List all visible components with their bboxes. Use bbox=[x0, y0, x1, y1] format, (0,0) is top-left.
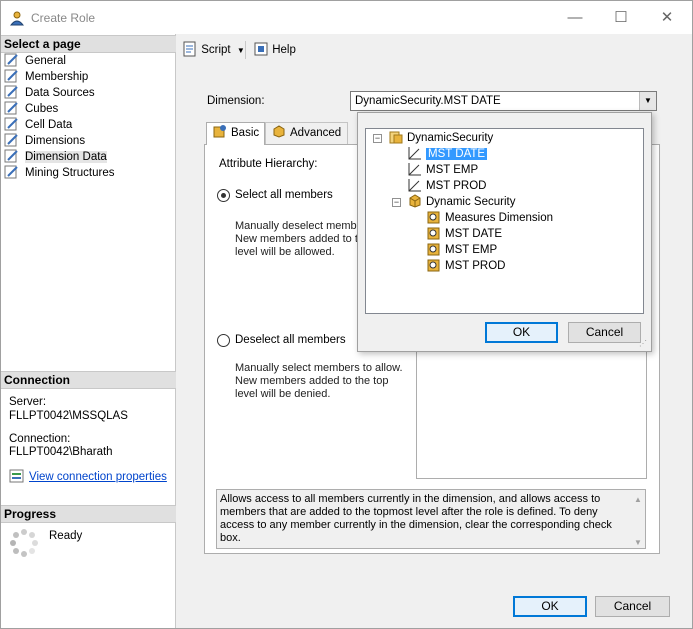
deselect-all-label[interactable]: Deselect all members bbox=[235, 334, 346, 346]
page-icon bbox=[4, 85, 18, 99]
advanced-tab-icon bbox=[273, 125, 285, 138]
collapse-root-icon[interactable]: − bbox=[373, 134, 382, 143]
cancel-button[interactable]: Cancel bbox=[595, 596, 670, 617]
role-icon bbox=[9, 11, 25, 26]
left-pane: Select a page General Membership Data So… bbox=[1, 34, 176, 628]
page-icon bbox=[4, 69, 18, 83]
script-icon bbox=[183, 41, 196, 57]
page-item-dimensions[interactable]: Dimensions bbox=[4, 133, 85, 149]
progress-spinner-icon bbox=[10, 529, 38, 557]
tree-node-database[interactable]: DynamicSecurity bbox=[388, 130, 493, 145]
page-item-membership[interactable]: Membership bbox=[4, 69, 88, 85]
tab-advanced[interactable]: Advanced bbox=[265, 122, 348, 145]
dimension-dropdown-popup: − DynamicSecurity MST DATE MST EMP MST P… bbox=[357, 112, 652, 352]
page-icon bbox=[4, 149, 18, 163]
progress-header: Progress bbox=[1, 505, 176, 523]
resize-grip-icon[interactable]: ⋰ bbox=[639, 339, 649, 349]
toolbar-separator bbox=[245, 41, 246, 59]
info-scrollbar[interactable]: ▲ ▼ bbox=[632, 491, 644, 547]
page-item-dimension-data[interactable]: Dimension Data bbox=[4, 149, 107, 165]
dimension-value: DynamicSecurity.MST DATE bbox=[355, 95, 501, 107]
server-label: Server: bbox=[9, 396, 47, 408]
dimension-tree[interactable]: − DynamicSecurity MST DATE MST EMP MST P… bbox=[365, 128, 644, 314]
connection-label: Connection: bbox=[9, 433, 71, 445]
ok-button[interactable]: OK bbox=[513, 596, 587, 617]
info-description: Allows access to all members currently i… bbox=[216, 489, 646, 549]
cube-dimension-icon bbox=[427, 243, 440, 256]
dimension-icon bbox=[408, 147, 421, 160]
connection-header: Connection bbox=[1, 371, 176, 389]
connection-value: FLLPT0042\Bharath bbox=[9, 446, 113, 458]
page-icon bbox=[4, 133, 18, 147]
dimension-icon bbox=[408, 163, 421, 176]
toolbar: Script ▼ Help bbox=[176, 33, 691, 67]
collapse-cube-icon[interactable]: − bbox=[392, 198, 401, 207]
info-text: Allows access to all members currently i… bbox=[220, 493, 612, 544]
page-icon bbox=[4, 101, 18, 115]
tree-node-mst-prod-cube[interactable]: MST PROD bbox=[426, 258, 506, 273]
select-all-label[interactable]: Select all members bbox=[235, 189, 333, 201]
page-item-mining-structures[interactable]: Mining Structures bbox=[4, 165, 114, 181]
help-icon bbox=[254, 42, 268, 56]
help-button[interactable]: Help bbox=[253, 41, 296, 59]
view-connection-properties[interactable]: View connection properties bbox=[9, 469, 167, 483]
cube-dimension-icon bbox=[427, 211, 440, 224]
tree-node-cube[interactable]: Dynamic Security bbox=[407, 194, 515, 209]
database-icon bbox=[389, 131, 403, 144]
page-icon bbox=[4, 165, 18, 179]
script-button[interactable]: Script ▼ bbox=[182, 41, 245, 59]
server-value: FLLPT0042\MSSQLAS bbox=[9, 410, 128, 422]
page-item-data-sources[interactable]: Data Sources bbox=[4, 85, 95, 101]
deselect-all-description: Manually select members to allow. New me… bbox=[235, 362, 403, 400]
select-page-header: Select a page bbox=[1, 35, 176, 53]
tab-basic[interactable]: Basic bbox=[206, 122, 265, 145]
page-item-general[interactable]: General bbox=[4, 53, 66, 69]
popup-cancel-button[interactable]: Cancel bbox=[568, 322, 641, 343]
window-title: Create Role bbox=[31, 11, 96, 25]
dimension-label: Dimension: bbox=[207, 95, 265, 107]
chevron-down-icon: ▼ bbox=[236, 46, 245, 55]
members-list[interactable] bbox=[416, 345, 647, 479]
tree-node-mst-prod-dim[interactable]: MST PROD bbox=[407, 178, 487, 193]
popup-ok-button[interactable]: OK bbox=[485, 322, 558, 343]
deselect-all-radio[interactable] bbox=[217, 334, 230, 347]
page-icon bbox=[4, 117, 18, 131]
cube-icon bbox=[409, 194, 421, 208]
select-all-radio[interactable] bbox=[217, 189, 230, 202]
dimension-icon bbox=[408, 179, 421, 192]
cube-dimension-icon bbox=[427, 259, 440, 272]
page-icon bbox=[4, 53, 18, 67]
view-connection-properties-link[interactable]: View connection properties bbox=[29, 471, 167, 483]
page-item-cell-data[interactable]: Cell Data bbox=[4, 117, 72, 133]
dimension-combobox[interactable]: DynamicSecurity.MST DATE ▼ bbox=[350, 91, 657, 111]
attribute-hierarchy-label: Attribute Hierarchy: bbox=[219, 158, 318, 170]
tree-node-mst-date-cube[interactable]: MST DATE bbox=[426, 226, 502, 241]
dropdown-arrow-icon[interactable]: ▼ bbox=[639, 92, 656, 110]
progress-status: Ready bbox=[49, 530, 83, 542]
title-bar: Create Role — ☐ ✕ bbox=[1, 1, 692, 34]
tree-node-measures-dimension[interactable]: Measures Dimension bbox=[426, 210, 553, 225]
close-button[interactable]: ✕ bbox=[644, 1, 690, 34]
cube-dimension-icon bbox=[427, 227, 440, 240]
basic-tab-icon bbox=[213, 125, 226, 138]
maximize-button[interactable]: ☐ bbox=[598, 1, 644, 34]
tree-node-mst-date-dim[interactable]: MST DATE bbox=[407, 146, 489, 161]
tree-node-mst-emp-cube[interactable]: MST EMP bbox=[426, 242, 497, 257]
properties-icon bbox=[9, 469, 24, 483]
tree-node-mst-emp-dim[interactable]: MST EMP bbox=[407, 162, 478, 177]
minimize-button[interactable]: — bbox=[552, 1, 598, 34]
page-item-cubes[interactable]: Cubes bbox=[4, 101, 58, 117]
